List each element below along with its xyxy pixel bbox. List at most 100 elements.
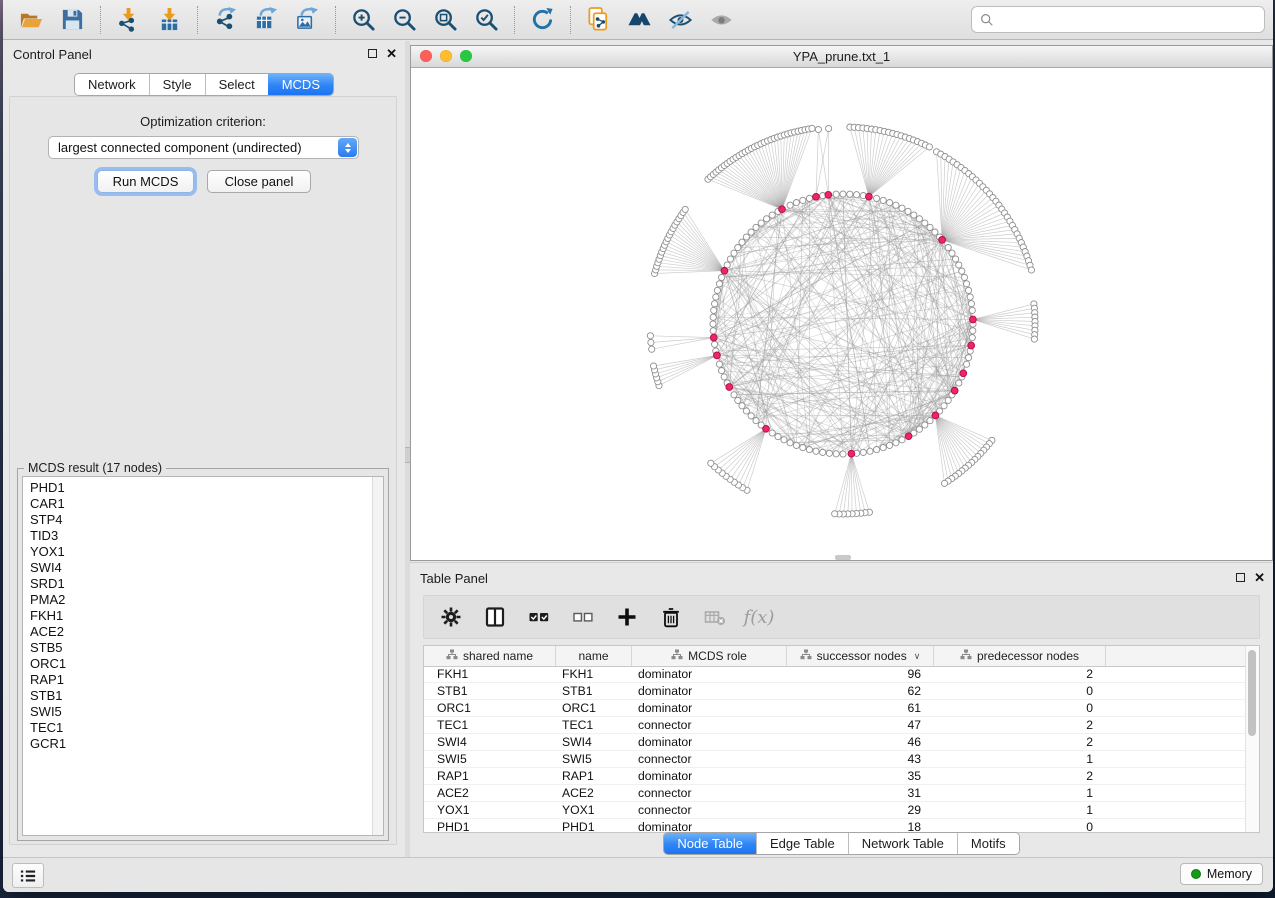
tab-select[interactable]: Select [205, 74, 268, 95]
table-row[interactable]: YOX1YOX1connector291 [424, 802, 1246, 819]
mcds-result-item[interactable]: STB1 [30, 688, 373, 704]
first-neighbors-button[interactable] [619, 3, 660, 37]
table-options-button[interactable] [436, 602, 466, 632]
tab-motifs[interactable]: Motifs [957, 833, 1019, 854]
zoom-out-button[interactable] [384, 3, 425, 37]
network-window-titlebar[interactable]: YPA_prune.txt_1 [411, 46, 1272, 68]
column-header-name[interactable]: name [556, 646, 632, 666]
mcds-result-item[interactable]: YOX1 [30, 544, 373, 560]
mcds-result-item[interactable]: TEC1 [30, 720, 373, 736]
table-cell: 61 [787, 700, 934, 716]
zoom-out-icon [392, 7, 417, 32]
delete-table-button [700, 602, 730, 632]
table-scrollbar-thumb[interactable] [1248, 650, 1256, 736]
add-column-button[interactable] [612, 602, 642, 632]
column-header-label: predecessor nodes [977, 649, 1079, 663]
tab-network-table[interactable]: Network Table [848, 833, 957, 854]
table-column-icon [960, 649, 972, 660]
mcds-result-item[interactable]: ACE2 [30, 624, 373, 640]
import-network-button[interactable] [108, 3, 149, 37]
table-cell: 35 [787, 768, 934, 784]
mcds-result-item[interactable]: SWI5 [30, 704, 373, 720]
mcds-result-item[interactable]: FKH1 [30, 608, 373, 624]
mcds-result-item[interactable]: ORC1 [30, 656, 373, 672]
export-network-button[interactable] [205, 3, 246, 37]
memory-label: Memory [1207, 867, 1252, 881]
mcds-result-item[interactable]: PHD1 [30, 480, 373, 496]
deselect-all-rows-button[interactable] [568, 602, 598, 632]
save-session-button[interactable] [52, 3, 93, 37]
optimization-criterion-select[interactable]: largest connected component (undirected) [48, 136, 359, 159]
node-table: shared namenameMCDS rolesuccessor nodes∨… [423, 645, 1260, 833]
column-header-shared-name[interactable]: shared name [424, 646, 556, 666]
table-scrollbar[interactable] [1245, 646, 1259, 832]
show-eye-icon [709, 7, 734, 32]
task-history-button[interactable] [12, 863, 44, 888]
run-mcds-button[interactable]: Run MCDS [97, 170, 194, 193]
zoom-selected-icon [474, 7, 499, 32]
table-cell: RAP1 [556, 768, 632, 784]
search-input[interactable] [999, 9, 1264, 31]
column-header-mcds-role[interactable]: MCDS role [632, 646, 787, 666]
table-row[interactable]: RAP1RAP1dominator352 [424, 768, 1246, 785]
table-row[interactable]: SWI5SWI5connector431 [424, 751, 1246, 768]
delete-columns-button[interactable] [656, 602, 686, 632]
import-table-button[interactable] [149, 3, 190, 37]
table-row[interactable]: PHD1PHD1dominator180 [424, 819, 1246, 832]
refresh-button[interactable] [522, 3, 563, 37]
zoom-selected-button[interactable] [466, 3, 507, 37]
mcds-result-item[interactable]: STP4 [30, 512, 373, 528]
network-graph [411, 68, 1272, 560]
tab-mcds[interactable]: MCDS [268, 74, 333, 95]
table-cell: 43 [787, 751, 934, 767]
table-cell: TEC1 [556, 717, 632, 733]
close-table-panel-icon[interactable]: ✕ [1254, 572, 1265, 583]
float-table-panel-icon[interactable] [1236, 573, 1245, 582]
hide-selected-button[interactable] [660, 3, 701, 37]
table-row[interactable]: ACE2ACE2connector311 [424, 785, 1246, 802]
show-columns-button[interactable] [480, 602, 510, 632]
tab-network[interactable]: Network [75, 74, 149, 95]
clipboard-network-icon [586, 7, 611, 32]
mcds-result-item[interactable]: RAP1 [30, 672, 373, 688]
close-panel-icon[interactable]: ✕ [386, 48, 397, 59]
mcds-result-item[interactable]: SRD1 [30, 576, 373, 592]
tab-style[interactable]: Style [149, 74, 205, 95]
mcds-result-item[interactable]: PMA2 [30, 592, 373, 608]
toolbar-separator [514, 6, 515, 34]
mcds-result-item[interactable]: STB5 [30, 640, 373, 656]
zoom-in-button[interactable] [343, 3, 384, 37]
table-cell: FKH1 [556, 666, 632, 682]
tab-edge-table[interactable]: Edge Table [756, 833, 848, 854]
binoculars-icon [627, 7, 652, 32]
optimization-criterion-label: Optimization criterion: [10, 114, 396, 129]
select-all-rows-button[interactable] [524, 602, 554, 632]
float-panel-icon[interactable] [368, 49, 377, 58]
table-row[interactable]: ORC1ORC1dominator610 [424, 700, 1246, 717]
mcds-list-scrollbar[interactable] [372, 477, 383, 835]
table-row[interactable]: FKH1FKH1dominator962 [424, 666, 1246, 683]
open-file-button[interactable] [11, 3, 52, 37]
close-panel-button[interactable]: Close panel [207, 170, 311, 193]
export-image-button[interactable] [287, 3, 328, 37]
table-row[interactable]: STB1STB1dominator620 [424, 683, 1246, 700]
table-row[interactable]: TEC1TEC1connector472 [424, 717, 1246, 734]
network-canvas[interactable] [411, 68, 1272, 560]
table-cell: SWI5 [556, 751, 632, 767]
tab-node-table[interactable]: Node Table [664, 833, 756, 854]
table-row[interactable]: SWI4SWI4dominator462 [424, 734, 1246, 751]
network-from-selection-button[interactable] [578, 3, 619, 37]
mcds-result-item[interactable]: GCR1 [30, 736, 373, 752]
mcds-result-item[interactable]: SWI4 [30, 560, 373, 576]
memory-button[interactable]: Memory [1180, 863, 1263, 885]
export-table-button[interactable] [246, 3, 287, 37]
column-header-successor-nodes[interactable]: successor nodes∨ [787, 646, 934, 666]
table-cell: 2 [934, 717, 1106, 733]
column-header-predecessor-nodes[interactable]: predecessor nodes [934, 646, 1106, 666]
zoom-fit-button[interactable] [425, 3, 466, 37]
mcds-result-item[interactable]: CAR1 [30, 496, 373, 512]
column-header-filler [1106, 646, 1246, 666]
table-cell: dominator [632, 768, 787, 784]
status-bar: Memory [3, 857, 1273, 892]
mcds-result-item[interactable]: TID3 [30, 528, 373, 544]
